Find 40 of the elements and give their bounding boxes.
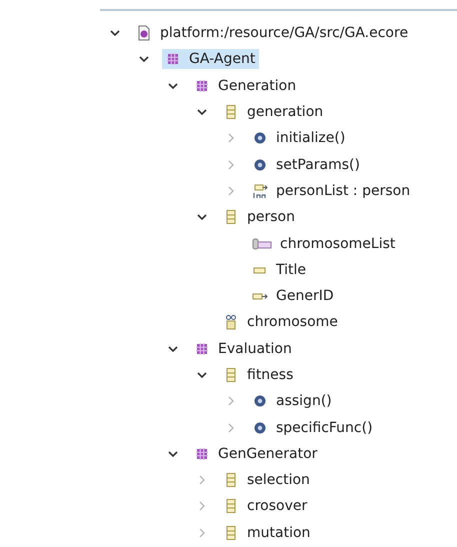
tree-item[interactable]: mutation <box>220 522 314 543</box>
datatype-icon <box>223 314 239 330</box>
tree-item[interactable]: Title <box>249 260 310 280</box>
chevron-icon[interactable] <box>197 212 207 222</box>
list-attribute-icon <box>252 236 272 252</box>
tree-item[interactable]: initialize() <box>249 128 350 148</box>
chevron-icon[interactable] <box>197 107 207 118</box>
package-icon <box>194 340 210 357</box>
chevron-icon[interactable] <box>110 28 120 38</box>
tree-item[interactable]: specificFunc() <box>249 418 377 438</box>
gear-icon <box>252 130 268 146</box>
tree-item[interactable]: chromosomeList <box>249 234 400 254</box>
tree-item[interactable]: generation <box>220 102 328 122</box>
chevron-icon[interactable] <box>139 54 149 64</box>
tree-item[interactable]: Evaluation <box>191 338 296 359</box>
tree-item[interactable]: setParams() <box>249 154 364 175</box>
file-icon <box>136 25 152 42</box>
tree-item[interactable]: GenerID <box>249 286 338 306</box>
gear-icon <box>252 156 268 173</box>
tree-item[interactable]: platform:/resource/GA/src/GA.ecore <box>133 23 412 44</box>
package-icon <box>194 446 210 462</box>
chevron-icon[interactable] <box>168 448 178 459</box>
tree-item[interactable]: chromosome <box>220 312 342 332</box>
tree-item[interactable]: GenGenerator <box>191 444 322 464</box>
tree-item[interactable]: crosover <box>220 496 312 516</box>
tree-item[interactable]: assign() <box>249 391 336 412</box>
tree-item[interactable]: fitness <box>220 365 298 385</box>
gear-icon <box>252 420 268 436</box>
reference-icon <box>252 182 268 199</box>
gear-icon <box>252 393 268 410</box>
chevron-icon[interactable] <box>168 80 178 91</box>
chevron-icon[interactable] <box>197 370 207 380</box>
tree-item[interactable]: selection <box>220 470 314 490</box>
package-icon <box>194 78 210 94</box>
chevron-icon[interactable] <box>168 344 178 354</box>
tree-item[interactable]: personList : person <box>249 180 414 201</box>
package-icon <box>165 51 181 68</box>
tree-item[interactable]: person <box>220 207 299 228</box>
tree-item[interactable]: GA-Agent <box>162 49 260 70</box>
tree-item[interactable]: Generation <box>191 76 300 96</box>
